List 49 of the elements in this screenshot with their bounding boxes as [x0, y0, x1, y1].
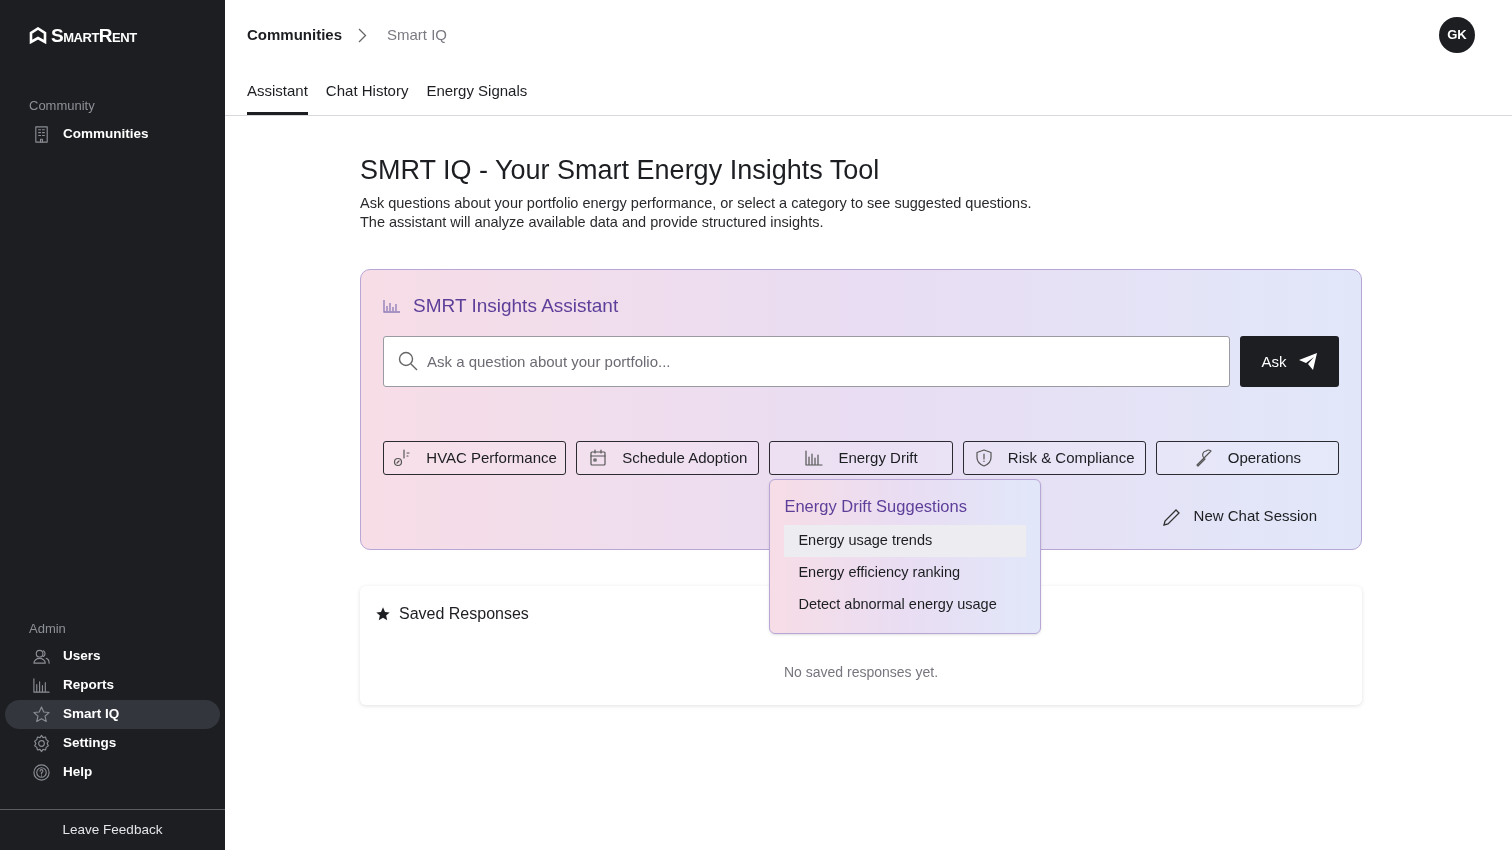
send-icon	[1298, 353, 1318, 371]
tab[interactable]: Chat History	[325, 79, 409, 115]
description-text: Ask questions about your portfolio energy performance, or select a category to see suggested questions.	[360, 193, 1033, 213]
help-icon	[32, 763, 51, 782]
leave-feedback-link[interactable]: Leave Feedback	[62, 819, 163, 841]
chevron-right-icon	[358, 27, 367, 43]
section-heading: Community	[28, 97, 96, 115]
logo-text: SmartRent	[51, 25, 137, 45]
ask-button[interactable]: Ask	[1240, 336, 1339, 388]
logo-icon	[29, 26, 47, 44]
assistant-title: SMRT Insights Assistant	[413, 293, 619, 318]
empty-message: No saved responses yet.	[783, 662, 939, 682]
tab[interactable]: Energy Signals	[426, 79, 528, 115]
category-button[interactable]: Schedule Adoption	[576, 441, 760, 476]
saved-responses-title: Saved Responses	[399, 603, 529, 624]
bar-chart-icon	[804, 448, 825, 469]
category-button[interactable]: Energy Drift	[769, 441, 953, 476]
users-icon	[32, 647, 51, 666]
bar-chart-icon	[32, 676, 51, 695]
category-button[interactable]: Risk & Compliance	[962, 441, 1146, 476]
building-icon	[32, 124, 51, 144]
description-text: The assistant will analyze available data and provide structured insights.	[360, 212, 825, 232]
section-heading: Admin	[28, 619, 67, 638]
settings-icon	[32, 734, 51, 753]
sidebar-item[interactable]: Settings	[5, 729, 220, 758]
search-icon	[398, 351, 418, 372]
question-field[interactable]: Ask a question about your portfolio...	[383, 336, 1230, 388]
user-avatar[interactable]: GK	[1439, 17, 1475, 53]
shield-icon	[973, 448, 994, 469]
breadcrumb-item[interactable]: Communities	[247, 23, 342, 47]
tab[interactable]: Assistant	[247, 79, 308, 115]
sidebar-item[interactable]: Reports	[5, 671, 220, 700]
sidebar-item[interactable]: Smart IQ	[5, 700, 220, 729]
breadcrumb-item[interactable]: Smart IQ	[383, 23, 452, 47]
star-icon	[375, 605, 391, 622]
suggestion-item[interactable]: Detect abnormal energy usage	[784, 589, 1027, 621]
new-chat-button[interactable]: New Chat Session	[1161, 505, 1317, 528]
calendar-icon	[588, 448, 609, 469]
bar-chart-icon	[383, 299, 401, 313]
suggestion-item[interactable]: Energy efficiency ranking	[784, 557, 1027, 589]
sidebar-item[interactable]: Users	[5, 642, 220, 671]
category-button[interactable]: Operations	[1155, 441, 1339, 476]
category-button[interactable]: HVAC Performance	[383, 441, 567, 476]
menu-title: Energy Drift Suggestions	[784, 496, 968, 518]
suggestion-item[interactable]: Energy usage trends	[784, 525, 1027, 557]
sidebar-item[interactable]: Help	[5, 758, 220, 787]
page-title: SMRT IQ - Your Smart Energy Insights Tool	[360, 154, 881, 187]
sidebar-item[interactable]: Communities	[5, 119, 220, 149]
star-icon	[32, 705, 51, 724]
